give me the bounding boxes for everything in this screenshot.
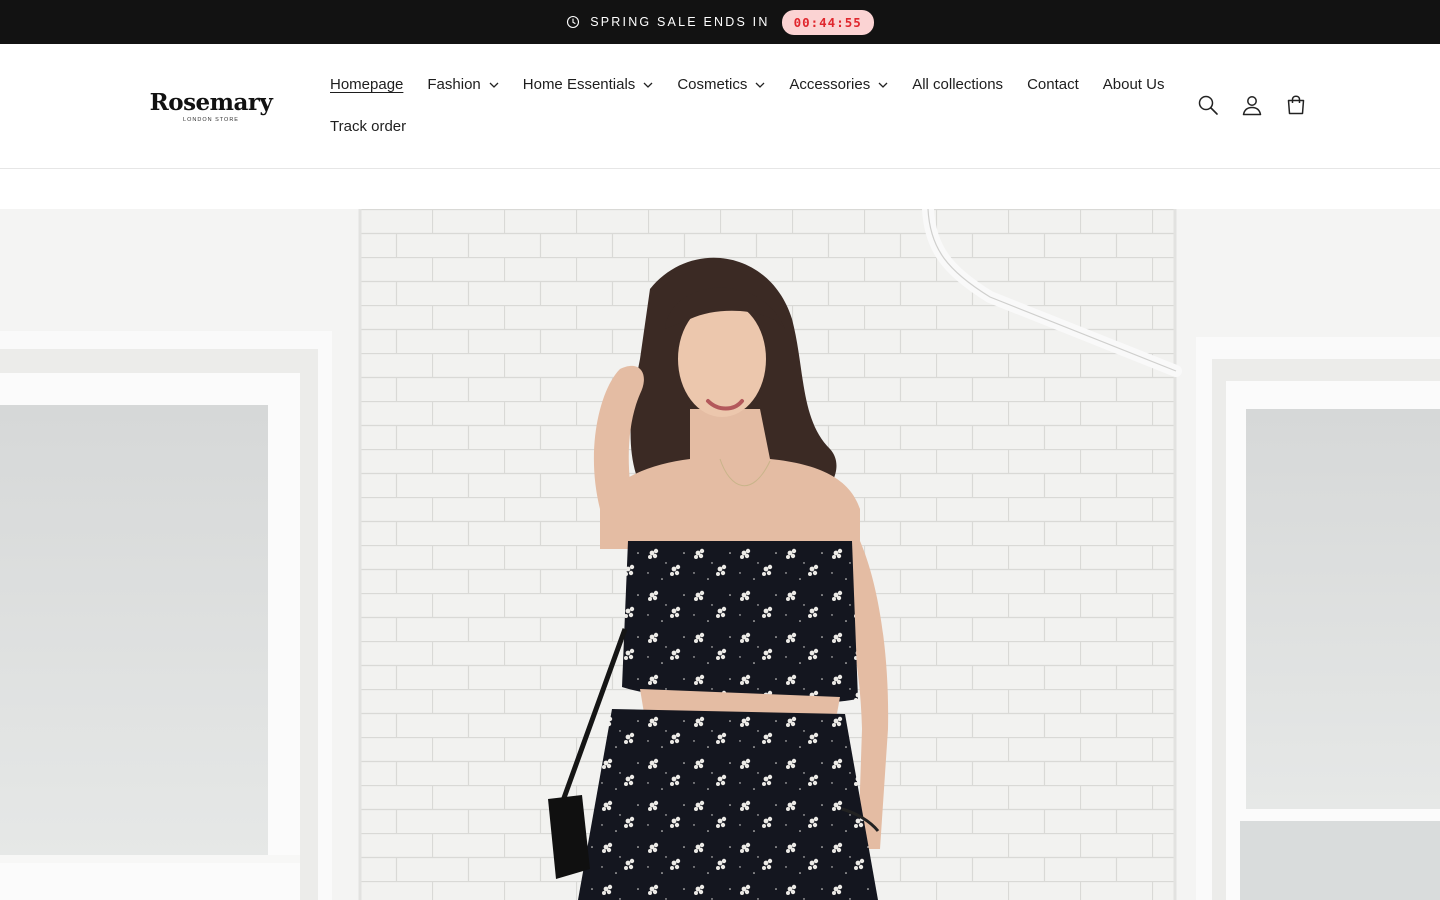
nav-item-fashion[interactable]: Fashion <box>415 64 510 106</box>
search-icon[interactable] <box>1192 88 1224 122</box>
nav-item-accessories[interactable]: Accessories <box>777 64 900 106</box>
chevron-down-icon <box>878 82 888 88</box>
chevron-down-icon <box>489 82 499 88</box>
hero-banner[interactable] <box>0 209 1440 900</box>
cart-icon[interactable] <box>1280 88 1312 122</box>
nav-label: About Us <box>1102 76 1165 93</box>
chevron-down-icon <box>755 82 765 88</box>
nav-item-cosmetics[interactable]: Cosmetics <box>665 64 777 106</box>
logo-wordmark: Rosemary <box>149 89 273 116</box>
nav-label: All collections <box>912 76 1004 93</box>
main-navigation: Homepage Fashion Home Essentials Cosmeti… <box>318 64 1178 148</box>
nav-label: Cosmetics <box>677 76 748 93</box>
store-logo[interactable]: Rosemary LONDON STORE <box>149 89 273 126</box>
clock-icon <box>566 15 580 29</box>
nav-item-contact[interactable]: Contact <box>1015 64 1091 106</box>
announcement-bar: SPRING SALE ENDS IN 00:44:55 <box>0 0 1440 44</box>
logo-tagline: LONDON STORE <box>183 117 239 123</box>
nav-item-homepage[interactable]: Homepage <box>318 64 415 106</box>
hero-image <box>0 209 1440 900</box>
nav-label: Contact <box>1027 76 1079 93</box>
nav-label: Home Essentials <box>522 76 636 93</box>
nav-item-home-essentials[interactable]: Home Essentials <box>511 64 666 106</box>
announcement-text: SPRING SALE ENDS IN <box>590 15 770 29</box>
header-icons <box>1192 88 1312 122</box>
site-header: Rosemary LONDON STORE Homepage Fashion H… <box>0 44 1440 169</box>
nav-label: Accessories <box>789 76 871 93</box>
countdown-timer: 00:44:55 <box>781 9 874 35</box>
nav-item-about-us[interactable]: About Us <box>1091 64 1177 106</box>
nav-label: Homepage <box>330 76 404 93</box>
nav-label: Fashion <box>427 76 481 93</box>
nav-item-track-order[interactable]: Track order <box>318 106 418 148</box>
chevron-down-icon <box>643 82 653 88</box>
nav-item-all-collections[interactable]: All collections <box>900 64 1015 106</box>
account-icon[interactable] <box>1236 88 1268 122</box>
nav-label: Track order <box>330 118 407 135</box>
announcement-content: SPRING SALE ENDS IN 00:44:55 <box>566 9 874 35</box>
